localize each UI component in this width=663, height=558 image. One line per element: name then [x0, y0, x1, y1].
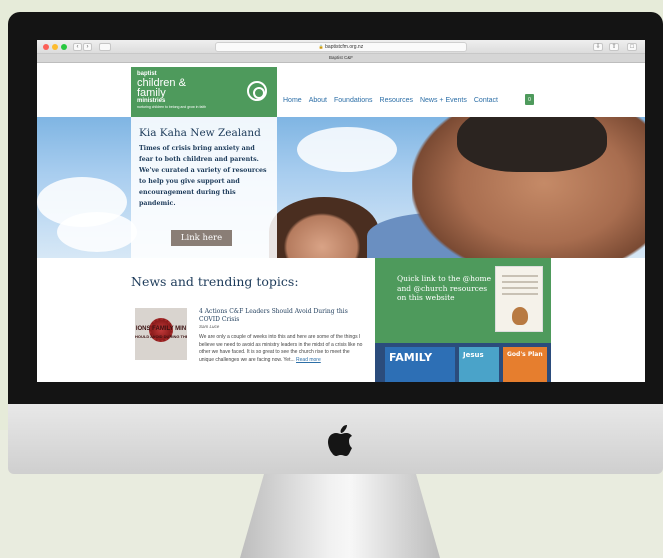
- nav-resources[interactable]: Resources: [380, 97, 413, 104]
- woman-photo: [277, 207, 367, 258]
- cart-icon[interactable]: 0: [525, 94, 534, 105]
- browser-toolbar: ‹ › 🔒 baptistcfm.org.nz ⇩ ⇧ □: [37, 40, 645, 54]
- tab-title: Baptist C&F: [328, 55, 353, 60]
- gods-plan-book: God's Plan: [503, 347, 547, 382]
- tabs-icon[interactable]: □: [627, 43, 637, 51]
- book-text-line: [502, 281, 538, 283]
- nav-news-events[interactable]: News + Events: [420, 97, 467, 104]
- hero-title: Kia Kaha New Zealand: [139, 127, 261, 139]
- minimize-window-icon[interactable]: [52, 44, 58, 50]
- family-bible-book: FAMILY: [385, 347, 455, 382]
- resource-book-image: [495, 266, 543, 332]
- cloud: [57, 212, 137, 252]
- sidebar-icon[interactable]: [99, 43, 111, 51]
- read-more-link[interactable]: Read more: [296, 357, 321, 363]
- site-header: baptist children & family ministries nur…: [37, 63, 645, 117]
- nav-about[interactable]: About: [309, 97, 327, 104]
- teddy-bear-icon: [512, 307, 528, 325]
- article-title[interactable]: 4 Actions C&F Leaders Should Avoid Durin…: [199, 308, 369, 324]
- lock-icon: 🔒: [318, 44, 324, 49]
- hero-text: Times of crisis bring anxiety and fear t…: [139, 145, 267, 207]
- book3-title: Jesus: [463, 351, 484, 359]
- hero-panel: Kia Kaha New Zealand Times of crisis bri…: [131, 117, 277, 258]
- thumb-line1: IONS FAMILY MIN: [135, 326, 187, 332]
- main-nav: Home About Foundations Resources News + …: [283, 97, 498, 104]
- forward-button[interactable]: ›: [83, 43, 92, 51]
- jesus-book: Jesus: [459, 347, 499, 382]
- book4-title: God's Plan: [507, 351, 543, 358]
- tab-bar[interactable]: Baptist C&F: [37, 54, 645, 63]
- article-author: Sam Luce: [199, 324, 220, 329]
- logo-swirl-icon: [247, 81, 267, 101]
- hero-banner: Kia Kaha New Zealand Times of crisis bri…: [37, 117, 645, 258]
- link-here-button[interactable]: Link here: [171, 230, 232, 246]
- article-thumbnail[interactable]: IONS FAMILY MIN HOULD AVOID DURING THE C…: [135, 308, 187, 360]
- news-title: News and trending topics:: [131, 274, 299, 289]
- article-excerpt: We are only a couple of weeks into this …: [199, 334, 363, 363]
- cloud: [297, 127, 397, 172]
- imac-stand: [240, 474, 440, 558]
- logo-tagline: nurturing children to belong and grow in…: [137, 105, 207, 109]
- address-bar[interactable]: 🔒 baptistcfm.org.nz: [215, 42, 467, 52]
- thumb-line2: HOULD AVOID DURING THE CO: [135, 334, 187, 339]
- article-body: We are only a couple of weeks into this …: [199, 334, 365, 364]
- book-text-line: [502, 287, 538, 289]
- book-text-line: [502, 275, 538, 277]
- man-hair: [457, 117, 607, 172]
- quick-link-text: Quick link to the @home and @church reso…: [397, 274, 492, 302]
- maximize-window-icon[interactable]: [61, 44, 67, 50]
- back-button[interactable]: ‹: [73, 43, 82, 51]
- news-section: News and trending topics: IONS FAMILY MI…: [37, 258, 645, 382]
- url-text: baptistcfm.org.nz: [325, 44, 364, 50]
- book-text-line: [502, 293, 538, 295]
- apple-logo-icon: [328, 425, 352, 456]
- book1-title: FAMILY: [389, 351, 433, 364]
- screen: ‹ › 🔒 baptistcfm.org.nz ⇩ ⇧ □ Baptist C&…: [37, 40, 645, 382]
- nav-home[interactable]: Home: [283, 97, 302, 104]
- quick-link-panel[interactable]: Quick link to the @home and @church reso…: [375, 258, 551, 343]
- cart-count: 0: [528, 97, 531, 103]
- nav-foundations[interactable]: Foundations: [334, 97, 373, 104]
- nav-contact[interactable]: Contact: [474, 97, 498, 104]
- close-window-icon[interactable]: [43, 44, 49, 50]
- books-banner[interactable]: FAMILY Jesus God's Plan: [375, 343, 551, 382]
- download-icon[interactable]: ⇩: [593, 43, 603, 51]
- share-icon[interactable]: ⇧: [609, 43, 619, 51]
- site-logo[interactable]: baptist children & family ministries nur…: [131, 67, 277, 117]
